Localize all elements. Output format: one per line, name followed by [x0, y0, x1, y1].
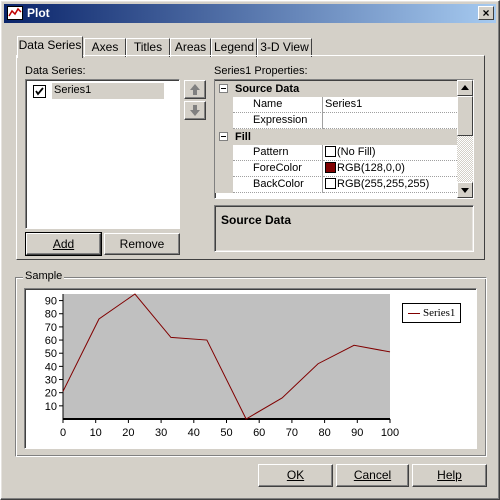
x-tick-label: 30	[155, 427, 167, 439]
window-title: Plot	[27, 6, 50, 20]
y-tick-label: 20	[45, 388, 57, 400]
title-bar[interactable]: Plot ×	[4, 4, 496, 23]
y-tick-label: 60	[45, 335, 57, 347]
scroll-down-button[interactable]	[457, 182, 473, 198]
y-tick-label: 50	[45, 348, 57, 360]
x-tick-label: 0	[60, 427, 66, 439]
checkmark-icon	[35, 87, 44, 96]
property-row-name[interactable]: Name Series1	[215, 97, 459, 113]
x-tick-label: 60	[253, 427, 265, 439]
data-series-list[interactable]: Series1	[25, 79, 180, 229]
y-tick-label: 30	[45, 375, 57, 387]
data-series-label: Data Series:	[25, 65, 86, 77]
cancel-button[interactable]: Cancel	[336, 464, 409, 487]
description-title: Source Data	[221, 213, 292, 227]
scroll-up-button[interactable]	[457, 80, 473, 96]
x-tick-label: 40	[188, 427, 200, 439]
move-down-button[interactable]	[184, 101, 206, 120]
x-tick-label: 100	[381, 427, 399, 439]
y-tick-label: 10	[45, 401, 57, 413]
arrow-up-icon	[190, 84, 200, 95]
collapse-icon[interactable]	[219, 84, 228, 93]
property-grid-scrollbar[interactable]	[457, 80, 473, 198]
collapse-icon[interactable]	[219, 132, 228, 141]
scroll-thumb[interactable]	[457, 96, 473, 136]
x-tick-label: 90	[351, 427, 363, 439]
close-button[interactable]: ×	[478, 6, 494, 20]
legend-line-swatch	[408, 313, 420, 314]
y-tick-label: 90	[45, 296, 57, 308]
x-tick-label: 80	[318, 427, 330, 439]
property-row-forecolor[interactable]: ForeColor RGB(128,0,0)	[215, 161, 459, 177]
series-properties-label: Series1 Properties:	[214, 65, 308, 77]
category-source-data[interactable]: Source Data	[215, 81, 459, 97]
property-grid[interactable]: Source Data Name Series1 Expression Fill…	[214, 79, 474, 199]
ok-button[interactable]: OK	[258, 464, 333, 487]
x-tick-label: 50	[220, 427, 232, 439]
category-fill[interactable]: Fill	[215, 129, 459, 145]
arrow-down-icon	[190, 105, 200, 116]
move-up-button[interactable]	[184, 80, 206, 99]
tab-data-series[interactable]: Data Series	[17, 36, 83, 58]
scroll-up-icon	[461, 85, 469, 90]
property-row-backcolor[interactable]: BackColor RGB(255,255,255)	[215, 177, 459, 193]
add-button[interactable]: Add	[25, 232, 102, 256]
y-tick-label: 80	[45, 309, 57, 321]
x-tick-label: 10	[90, 427, 102, 439]
x-tick-label: 70	[286, 427, 298, 439]
x-tick-label: 20	[122, 427, 134, 439]
color-swatch	[325, 146, 336, 157]
plot-dialog: Plot × Data Series Axes Titles Areas Leg…	[0, 0, 500, 500]
chart-legend: Series1	[402, 303, 461, 323]
property-row-expression[interactable]: Expression	[215, 113, 459, 129]
property-row-pattern[interactable]: Pattern (No Fill)	[215, 145, 459, 161]
series-checkbox[interactable]	[33, 85, 46, 98]
legend-entry-series1: Series1	[423, 307, 456, 319]
color-swatch	[325, 178, 336, 189]
remove-button[interactable]: Remove	[104, 233, 180, 255]
series-label: Series1	[52, 83, 164, 99]
sample-label: Sample	[23, 270, 65, 282]
list-item[interactable]: Series1	[29, 82, 164, 100]
plot-app-icon	[7, 6, 23, 20]
y-tick-label: 40	[45, 361, 57, 373]
color-swatch	[325, 162, 336, 173]
scroll-down-icon	[461, 188, 469, 193]
y-tick-label: 70	[45, 322, 57, 334]
property-description-box: Source Data	[214, 205, 474, 252]
help-button[interactable]: Help	[412, 464, 487, 487]
plot-area	[63, 294, 390, 419]
